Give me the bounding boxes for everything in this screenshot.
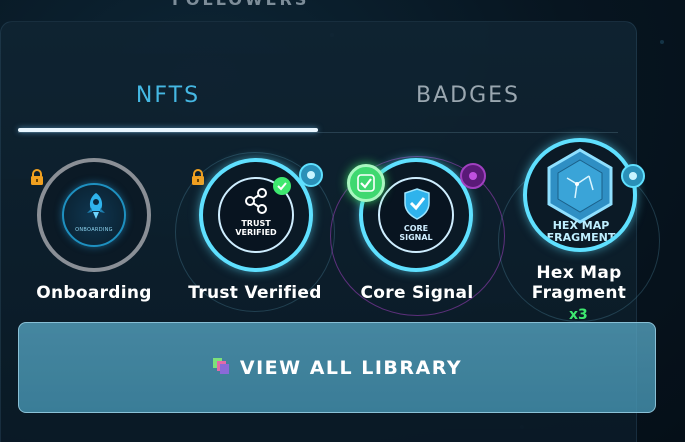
nft-name: Core Signal bbox=[360, 283, 474, 303]
tab-nfts[interactable]: NFTS bbox=[18, 60, 318, 130]
collection-tabs: NFTS BADGES bbox=[18, 60, 618, 133]
rocket-icon bbox=[82, 191, 110, 225]
nft-card-hex-map-fragment[interactable]: HEX MAP FRAGMENT Hex Map Fragment x3 bbox=[495, 135, 670, 325]
emblem-text: CORE SIGNAL bbox=[399, 224, 433, 242]
nft-emblem: CORE SIGNAL bbox=[378, 177, 454, 253]
status-dot-icon bbox=[621, 164, 645, 188]
emblem-text: ONBOARDING bbox=[75, 227, 113, 233]
shield-check-icon bbox=[402, 187, 432, 225]
library-icon bbox=[212, 357, 230, 379]
nft-name: Trust Verified bbox=[188, 283, 322, 303]
nft-card-onboarding[interactable]: ONBOARDING Onboarding bbox=[30, 155, 160, 315]
view-all-library-button[interactable]: VIEW ALL LIBRARY bbox=[18, 322, 656, 413]
followers-label: FOLLOWERS bbox=[172, 0, 309, 9]
nft-card-core-signal[interactable]: CORE SIGNAL Core Signal bbox=[330, 150, 510, 320]
quantity-badge: x3 bbox=[569, 307, 588, 323]
lock-icon bbox=[191, 169, 205, 185]
view-all-label: VIEW ALL LIBRARY bbox=[239, 356, 463, 379]
tab-divider bbox=[18, 132, 618, 133]
nft-card-trust-verified[interactable]: TRUST VERIFIED Trust Verified bbox=[175, 150, 340, 315]
status-dot-icon bbox=[460, 163, 486, 189]
nft-emblem: ONBOARDING bbox=[62, 183, 126, 247]
emblem-text: TRUST VERIFIED bbox=[235, 219, 277, 237]
hex-map-icon bbox=[545, 148, 615, 228]
background-dot bbox=[660, 40, 664, 44]
nft-name: Onboarding bbox=[36, 283, 152, 303]
share-nodes-icon bbox=[242, 187, 270, 219]
emblem-text: HEX MAP FRAGMENT bbox=[546, 219, 616, 244]
selected-check-icon[interactable] bbox=[347, 164, 385, 202]
lock-icon bbox=[30, 169, 44, 185]
status-dot-icon bbox=[299, 163, 323, 187]
nft-ring: HEX MAP FRAGMENT bbox=[523, 138, 637, 252]
tab-badges[interactable]: BADGES bbox=[318, 60, 618, 130]
nft-name: Hex Map Fragment bbox=[531, 263, 627, 303]
verified-check-icon bbox=[273, 177, 291, 195]
